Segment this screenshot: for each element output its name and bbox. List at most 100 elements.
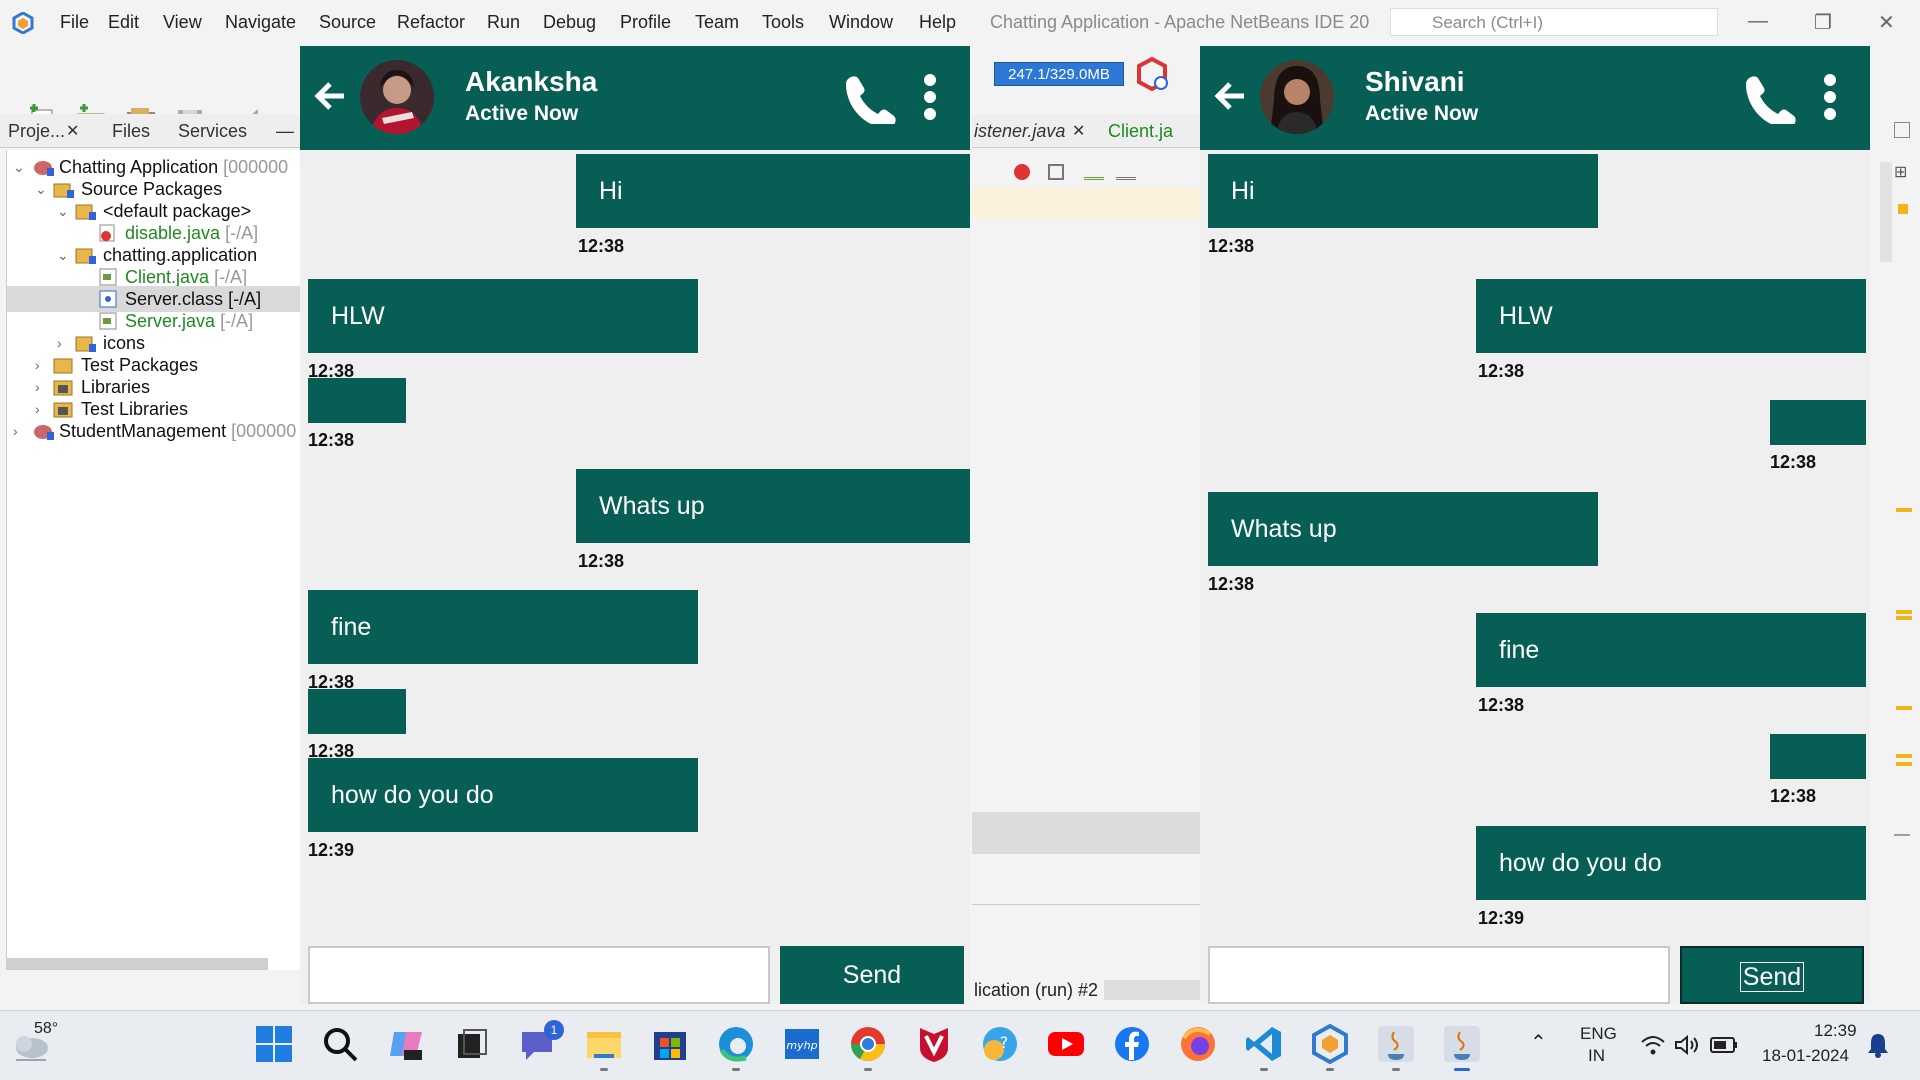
wifi-icon[interactable]	[1640, 1034, 1666, 1056]
menu-view[interactable]: View	[163, 12, 202, 33]
more-vertical-icon[interactable]	[1822, 72, 1838, 122]
phone-icon[interactable]	[1740, 74, 1796, 124]
file-explorer-icon[interactable]	[584, 1024, 624, 1064]
minimize-icon[interactable]: —	[1748, 10, 1768, 33]
menu-run[interactable]: Run	[487, 12, 520, 33]
more-vertical-icon[interactable]	[922, 72, 938, 122]
menu-team[interactable]: Team	[695, 12, 739, 33]
maximize-icon[interactable]	[1894, 122, 1910, 138]
menu-navigate[interactable]: Navigate	[225, 12, 296, 33]
tab-listener-java[interactable]: istener.java	[974, 121, 1065, 142]
send-button[interactable]: Send	[1680, 946, 1864, 1004]
back-arrow-icon[interactable]	[1210, 76, 1250, 116]
svg-text:?: ?	[1000, 1033, 1009, 1052]
windows-start-icon[interactable]	[254, 1024, 294, 1064]
error-stripe-marker[interactable]	[1896, 706, 1912, 710]
netbeans-app-icon[interactable]	[1310, 1024, 1350, 1064]
output-tab-run[interactable]: lication (run) #2	[974, 980, 1098, 1001]
search-icon[interactable]	[320, 1024, 360, 1064]
firefox-icon[interactable]	[1178, 1024, 1218, 1064]
align-icon[interactable]	[1116, 162, 1136, 180]
clock-time[interactable]: 12:39	[1814, 1021, 1857, 1041]
youtube-icon[interactable]	[1046, 1024, 1086, 1064]
error-stripe-marker[interactable]	[1896, 508, 1912, 512]
package-icon	[75, 336, 96, 352]
menu-edit[interactable]: Edit	[108, 12, 139, 33]
phone-icon[interactable]	[840, 74, 896, 124]
stop-icon[interactable]	[1048, 164, 1064, 180]
message-input[interactable]	[1208, 946, 1670, 1004]
message-bubble-received-empty	[308, 689, 406, 734]
copilot-icon[interactable]	[386, 1024, 426, 1064]
java-app-icon-active[interactable]	[1442, 1024, 1482, 1064]
notification-bell-icon[interactable]	[1866, 1032, 1890, 1058]
menu-help[interactable]: Help	[919, 12, 956, 33]
error-stripe-marker[interactable]	[1896, 616, 1912, 620]
message-time: 12:38	[1208, 236, 1255, 256]
chat-header: Shivani Active Now	[1200, 46, 1870, 150]
profiler-icon[interactable]	[1134, 56, 1170, 92]
tab-services[interactable]: Services	[178, 121, 247, 142]
package-icon	[75, 204, 96, 220]
tab-files[interactable]: Files	[112, 121, 150, 142]
microsoft-store-icon[interactable]	[650, 1024, 690, 1064]
menu-tools[interactable]: Tools	[762, 12, 804, 33]
message-bubble-sent: HLW	[1476, 279, 1866, 353]
myhp-icon[interactable]: myhp	[782, 1024, 822, 1064]
breakpoint-icon[interactable]	[1014, 164, 1030, 180]
debug-toolbar	[972, 156, 1200, 184]
mcafee-icon[interactable]	[914, 1024, 954, 1064]
menu-file[interactable]: File	[60, 12, 89, 33]
tab-projects[interactable]: Proje...	[8, 121, 65, 142]
menu-window[interactable]: Window	[829, 12, 893, 33]
get-help-icon[interactable]: ?	[980, 1024, 1020, 1064]
output-panel-header	[972, 812, 1200, 854]
message-bubble-sent-empty	[1770, 734, 1866, 779]
tree-suffix: [000000	[231, 421, 297, 441]
send-button[interactable]: Send	[780, 946, 964, 1004]
language-indicator[interactable]: ENG	[1580, 1024, 1617, 1044]
close-icon[interactable]: ✕	[1072, 121, 1085, 141]
minimize-panel-icon[interactable]: —	[1894, 826, 1910, 844]
clock-date[interactable]: 18-01-2024	[1762, 1046, 1849, 1066]
facebook-icon[interactable]	[1112, 1024, 1152, 1064]
menu-source[interactable]: Source	[319, 12, 376, 33]
error-stripe-marker[interactable]	[1896, 610, 1912, 614]
error-stripe-marker[interactable]	[1896, 762, 1912, 766]
vscode-icon[interactable]	[1244, 1024, 1284, 1064]
chevron-up-icon[interactable]: ⌃	[1530, 1030, 1547, 1055]
menu-refactor[interactable]: Refactor	[397, 12, 465, 33]
chevron-right-icon[interactable]: ›	[13, 418, 27, 444]
error-stripe-marker[interactable]	[1896, 754, 1912, 758]
chat-window-shivani: Shivani Active Now Hi 12:38 HLW 12:38 12…	[1200, 46, 1870, 1004]
volume-icon[interactable]	[1674, 1034, 1700, 1056]
close-icon[interactable]: ✕	[66, 121, 79, 141]
memory-indicator[interactable]: 247.1/329.0MB	[994, 62, 1124, 86]
restore-icon[interactable]: ❐	[1814, 10, 1832, 35]
tree-node-student-management[interactable]: › StudentManagement [000000	[7, 418, 301, 444]
task-view-icon[interactable]	[452, 1024, 492, 1064]
close-icon[interactable]: ✕	[1878, 10, 1895, 35]
tab-client-java[interactable]: Client.ja	[1108, 121, 1173, 142]
running-indicator	[732, 1068, 740, 1071]
contact-status: Active Now	[1365, 102, 1479, 125]
message-time: 12:39	[1478, 908, 1525, 928]
title-bar: File Edit View Navigate Source Refactor …	[0, 0, 1920, 44]
message-input[interactable]	[308, 946, 770, 1004]
battery-icon[interactable]	[1710, 1036, 1738, 1054]
java-app-icon[interactable]	[1376, 1024, 1416, 1064]
grid-icon[interactable]: ⊞	[1894, 162, 1907, 182]
message-bubble-sent: how do you do	[1476, 826, 1866, 900]
java-project-icon	[34, 425, 54, 440]
horizontal-scrollbar[interactable]	[6, 958, 268, 970]
vertical-scrollbar[interactable]	[1880, 162, 1892, 262]
format-icon[interactable]	[1084, 162, 1104, 180]
menu-debug[interactable]: Debug	[543, 12, 596, 33]
menu-profile[interactable]: Profile	[620, 12, 671, 33]
ide-search-placeholder: Search (Ctrl+I)	[1432, 13, 1543, 32]
chrome-browser-icon[interactable]	[848, 1024, 888, 1064]
back-arrow-icon[interactable]	[310, 76, 350, 116]
tree-label: Client.java	[125, 267, 210, 287]
edge-browser-icon[interactable]	[716, 1024, 756, 1064]
minimize-panel-icon[interactable]: —	[276, 121, 294, 142]
